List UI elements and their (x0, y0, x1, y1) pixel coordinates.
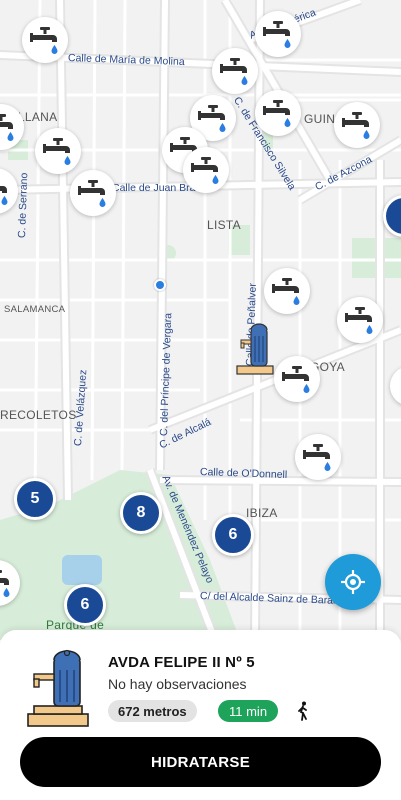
water-tap-icon[interactable] (255, 11, 301, 57)
walking-person-icon (298, 701, 307, 721)
fountain-name: AVDA FELIPE II Nº 5 (108, 654, 255, 671)
area-label-guindalera: GUIN (304, 112, 336, 126)
cluster-marker[interactable]: 6 (64, 584, 106, 626)
locate-button[interactable] (325, 554, 381, 610)
hydrate-button[interactable]: HIDRATARSE (20, 737, 381, 787)
water-tap-icon[interactable] (183, 147, 229, 193)
cluster-marker[interactable]: 5 (14, 478, 56, 520)
water-tap-icon[interactable] (334, 102, 380, 148)
fountain-icon[interactable] (233, 322, 277, 378)
area-label-salamanca: SALAMANCA (4, 304, 66, 315)
water-tap-icon[interactable] (35, 128, 81, 174)
water-tap-icon[interactable] (22, 17, 68, 63)
water-tap-icon[interactable] (274, 356, 320, 402)
water-tap-icon[interactable] (212, 48, 258, 94)
area-label-ibiza: IBIZA (246, 506, 278, 520)
water-tap-icon[interactable] (264, 268, 310, 314)
water-tap-icon[interactable] (337, 297, 383, 343)
street-label-serrano: C. de Serrano (16, 172, 31, 239)
cluster-marker[interactable]: 8 (120, 492, 162, 534)
user-location-dot (154, 279, 166, 291)
water-tap-icon[interactable] (295, 434, 341, 480)
water-tap-icon[interactable] (255, 90, 301, 136)
fountain-icon (27, 649, 89, 727)
gps-locate-icon (341, 570, 365, 594)
water-tap-icon[interactable] (70, 170, 116, 216)
fountain-observations: No hay observaciones (108, 676, 247, 692)
walk-time-badge: 11 min (218, 700, 279, 722)
map-view[interactable]: Av. de América Calle de María de Molina … (0, 0, 401, 640)
fountain-detail-sheet: AVDA FELIPE II Nº 5 No hay observaciones… (0, 630, 401, 800)
area-label-lista: LISTA (207, 218, 241, 232)
area-label-recoletos: RECOLETOS (0, 408, 77, 422)
cluster-marker[interactable]: 6 (212, 514, 254, 556)
distance-badge: 672 metros (108, 700, 197, 722)
